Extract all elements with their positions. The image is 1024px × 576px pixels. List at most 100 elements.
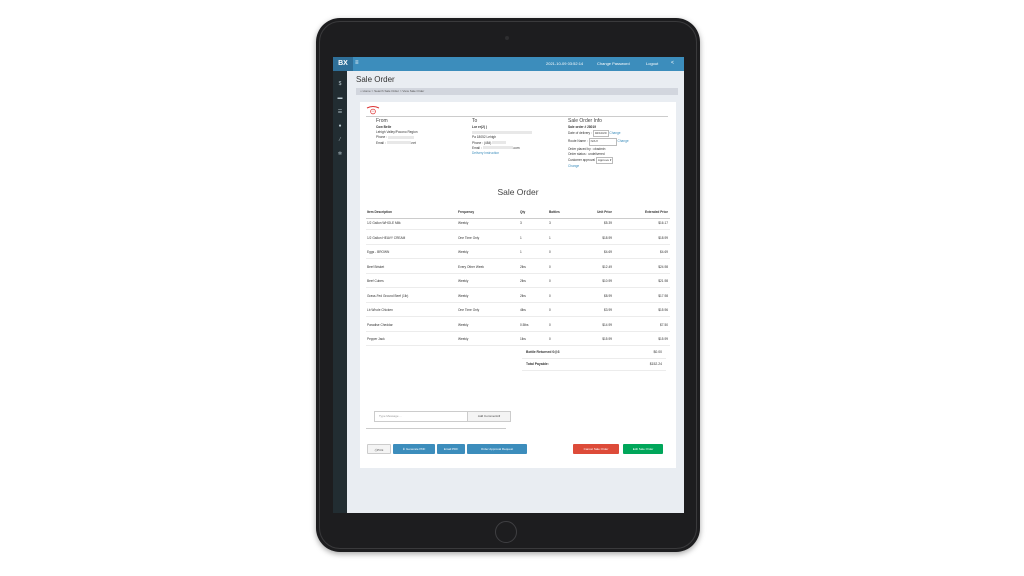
total-payable-row: Total Payable: $152.24 [522,358,666,371]
item-description: Paradise Cheddar [367,322,393,327]
brand-logo[interactable]: BX [333,57,353,71]
list-icon[interactable]: ☰ [337,109,343,115]
item-unit-price: $15.99 [602,337,612,341]
table-row: Paradise Cheddar Weekly 0.5lbs 0 $14.99 $7.50 [366,320,670,332]
breadcrumb-search[interactable]: Search Sale Order [374,89,399,93]
item-frequency: One Time Only [458,308,480,312]
cancel-sale-order-button[interactable]: Cancel Sale Order [573,444,619,454]
approval-select[interactable]: Approve ▾ [595,157,614,165]
email-pdf-button[interactable]: Email PDF [437,444,465,454]
table-row: 1/2 Gallon HEAVY CREAM One Time Only 1 1 $18… [366,233,670,245]
item-qty: 2lbs [520,279,526,283]
table-row: Beef Brisket Every Other Week 2lbs 0 $12.49 $… [366,262,670,274]
item-frequency: Weekly [458,322,469,327]
item-frequency: Weekly [458,221,469,225]
customer-approval: Customer approval Approve ▾ [568,157,629,165]
item-qty: 1lbs [520,337,526,341]
screen: BX ≡ 2021-10-09 03:52:14 Change Password… [333,57,684,513]
gear-icon[interactable]: ✲ [337,151,343,157]
order-info-section: Sale Order Info Sale order # 28019 Date … [568,118,629,169]
item-frequency: Weekly [458,293,469,298]
camera-dot [505,36,509,40]
delivery-date: Date of delivery : 02/10/20 Change [568,130,629,138]
item-unit-price: $10.99 [602,279,612,283]
logout-link[interactable]: Logout [646,61,658,66]
change-route-link[interactable]: Change [617,139,628,143]
item-bottles: 1 [549,235,551,240]
route-select[interactable]: N/A ▾ [588,138,617,146]
item-bottles: 0 [549,264,551,269]
sidebar: $ ▬ ☰ ● ⁄ ✲ [333,71,347,513]
add-comments-button[interactable]: Add Comments▾ [467,412,510,421]
item-unit-price: $4.69 [604,250,612,254]
item-extended-price: $7.50 [660,322,668,327]
delivery-instruction-link[interactable]: Delivery Instruction [472,151,532,156]
item-description: Grass-Fed Ground Beef (1lb) [367,293,409,298]
edit-sale-order-button[interactable]: Edit Sale Order [623,444,663,454]
menu-toggle-icon[interactable]: ≡ [355,60,359,66]
item-frequency: Weekly [458,337,469,341]
item-unit-price: $12.49 [602,264,612,269]
to-section: To Lor er(2( ) Pa 18052 Lehigh Phone : (… [472,118,532,156]
generate-pdf-button[interactable]: ⬇ Generate PDF [393,444,435,454]
home-button[interactable] [495,521,517,543]
item-frequency: Every Other Week [458,264,484,269]
tablet-frame: BX ≡ 2021-10-09 03:52:14 Change Password… [316,18,700,552]
item-qty: 2lbs [520,264,526,269]
change-date-link[interactable]: Change [609,131,620,135]
item-extended-price: $21.98 [658,279,668,283]
item-description: Pepper Jack [367,337,385,341]
item-unit-price: $14.99 [602,322,612,327]
item-qty: 2lbs [520,293,526,298]
item-bottles: 0 [549,250,551,254]
datetime-display: 2021-10-09 03:52:14 [546,61,584,66]
item-extended-price: $15.96 [658,308,668,312]
from-section: From Cow Belle Lehigh Valley/Pocono Regi… [376,118,418,146]
print-button[interactable]: ⎙Print [367,444,391,454]
info-heading: Sale Order Info [568,118,602,124]
item-description: Beef Cubes [367,279,384,283]
sale-order-card: From Cow Belle Lehigh Valley/Pocono Regi… [360,102,676,468]
item-qty: 1 [520,250,522,254]
comment-input[interactable]: Type Message ... [379,412,402,421]
to-heading: To [472,118,478,124]
item-extended-price: $17.98 [658,293,668,298]
item-extended-price: $4.69 [660,250,668,254]
delivery-date-field[interactable]: 02/10/20 [592,130,609,138]
from-email: Email : .net [376,140,416,145]
share-icon[interactable]: < [671,60,674,66]
top-navbar: BX ≡ 2021-10-09 03:52:14 Change Password… [333,57,684,71]
change-password-link[interactable]: Change Password [597,61,630,66]
item-unit-price: $8.99 [604,293,612,298]
item-extended-price: $18.99 [658,235,668,240]
item-qty: 4lbs [520,308,526,312]
item-bottles: 0 [549,293,551,298]
item-extended-price: $16.17 [658,221,668,225]
item-unit-price: $5.39 [604,221,612,225]
comment-box: Type Message ... Add Comments▾ [374,411,511,422]
item-qty: 0.5lbs [520,322,529,327]
header-divider [366,116,668,117]
item-frequency: Weekly [458,250,469,254]
totals-box: Bottle Returned 0@3 $0.00 Total Payable:… [522,346,666,380]
table-row: Lb Whole Chicken One Time Only 4lbs 0 $3.99 $… [366,305,670,317]
item-description: 1/2 Gallon HEAVY CREAM [367,235,406,240]
item-description: Eggs - BROWN [367,250,390,254]
breadcrumb-home[interactable]: Home [363,89,371,93]
item-extended-price: $24.98 [658,264,668,269]
truck-icon[interactable]: ▬ [337,95,343,101]
breadcrumb: ⌂ Home > Search Sale Order > View Sale O… [356,88,678,95]
item-bottles: 3 [549,221,551,225]
item-extended-price: $15.99 [658,337,668,341]
table-row: Pepper Jack Weekly 1lbs 0 $15.99 $15.99 [366,334,670,346]
users-icon[interactable]: ● [337,123,343,129]
dollar-icon[interactable]: $ [337,81,343,87]
route-name: Route Name : N/A ▾ Change [568,138,629,146]
change-approval-link[interactable]: Change [568,164,629,169]
chart-icon[interactable]: ⁄ [337,137,343,143]
item-unit-price: $18.99 [602,235,612,240]
breadcrumb-current: View Sale Order [402,89,425,93]
item-bottles: 0 [549,337,551,341]
comment-divider [366,428,506,429]
order-approval-request-button[interactable]: Order Approval Request [467,444,527,454]
